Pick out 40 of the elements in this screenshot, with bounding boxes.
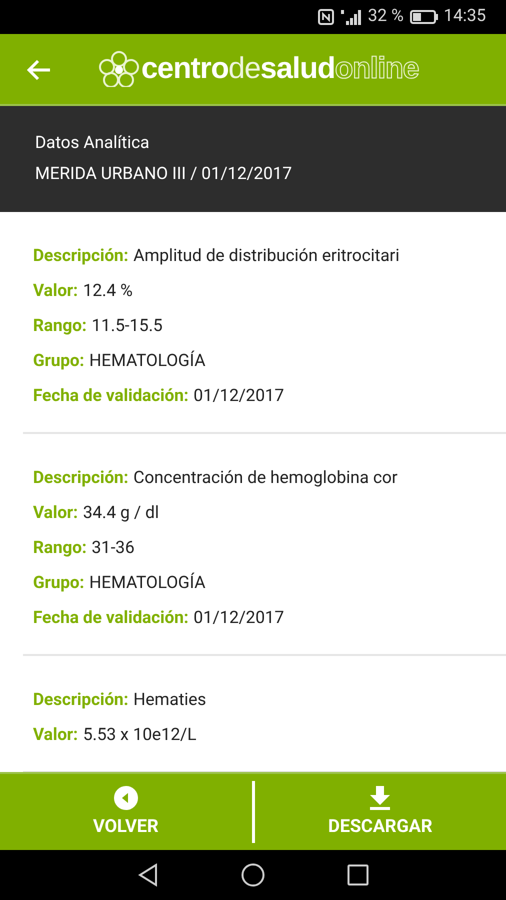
- field-value: 11.5-15.5: [92, 314, 163, 338]
- field-label: Rango:: [33, 536, 87, 560]
- back-circle-icon: [112, 784, 139, 810]
- field-label: Grupo:: [33, 572, 84, 595]
- field-value: 01/12/2017: [194, 384, 284, 408]
- field-label: Valor:: [33, 280, 78, 303]
- section-title: Datos Analítica: [35, 132, 150, 154]
- field-label: Valor:: [33, 502, 78, 525]
- field-value: 01/12/2017: [194, 606, 284, 630]
- field-value: Amplitud de distribución eritrocitari: [133, 244, 400, 268]
- field-label: Valor:: [33, 724, 78, 747]
- field-label: Fecha de validación:: [33, 606, 189, 630]
- signal-icon: [340, 9, 362, 25]
- field-label: Grupo:: [33, 350, 84, 373]
- battery-icon: [410, 10, 438, 24]
- nfc-icon: [318, 9, 334, 25]
- field-label: Descripción:: [33, 688, 128, 712]
- nav-back-icon[interactable]: [137, 863, 159, 887]
- field-value: Hematies: [133, 688, 206, 712]
- back-button[interactable]: VOLVER: [0, 774, 252, 850]
- field-value: Concentración de hemoglobina cor: [133, 466, 398, 490]
- field-value: 12.4 %: [82, 280, 133, 303]
- field-value: 31-36: [92, 536, 135, 560]
- field-label: Descripción:: [33, 244, 128, 268]
- field-label: Descripción:: [33, 466, 128, 490]
- field-value: HEMATOLOGÍA: [89, 350, 206, 373]
- back-arrow-icon: [26, 59, 52, 81]
- section-subtitle: MERIDA URBANO III / 01/12/2017: [35, 163, 293, 186]
- clock: 14:35: [444, 5, 486, 28]
- battery-percent: 32 %: [368, 5, 404, 28]
- field-value: 34.4 g / dl: [82, 502, 160, 525]
- download-button[interactable]: DESCARGAR: [254, 774, 506, 850]
- field-label: Fecha de validación:: [33, 384, 189, 408]
- field-value: HEMATOLOGÍA: [89, 572, 206, 595]
- field-value: 5.53 x 10e12/L: [82, 724, 196, 747]
- logo-text: centrodesaludonline: [141, 54, 419, 84]
- nav-recents-icon[interactable]: [347, 864, 369, 886]
- field-label: Rango:: [33, 314, 87, 338]
- nav-home-icon[interactable]: [241, 863, 265, 887]
- flower-logo-icon: [97, 51, 142, 87]
